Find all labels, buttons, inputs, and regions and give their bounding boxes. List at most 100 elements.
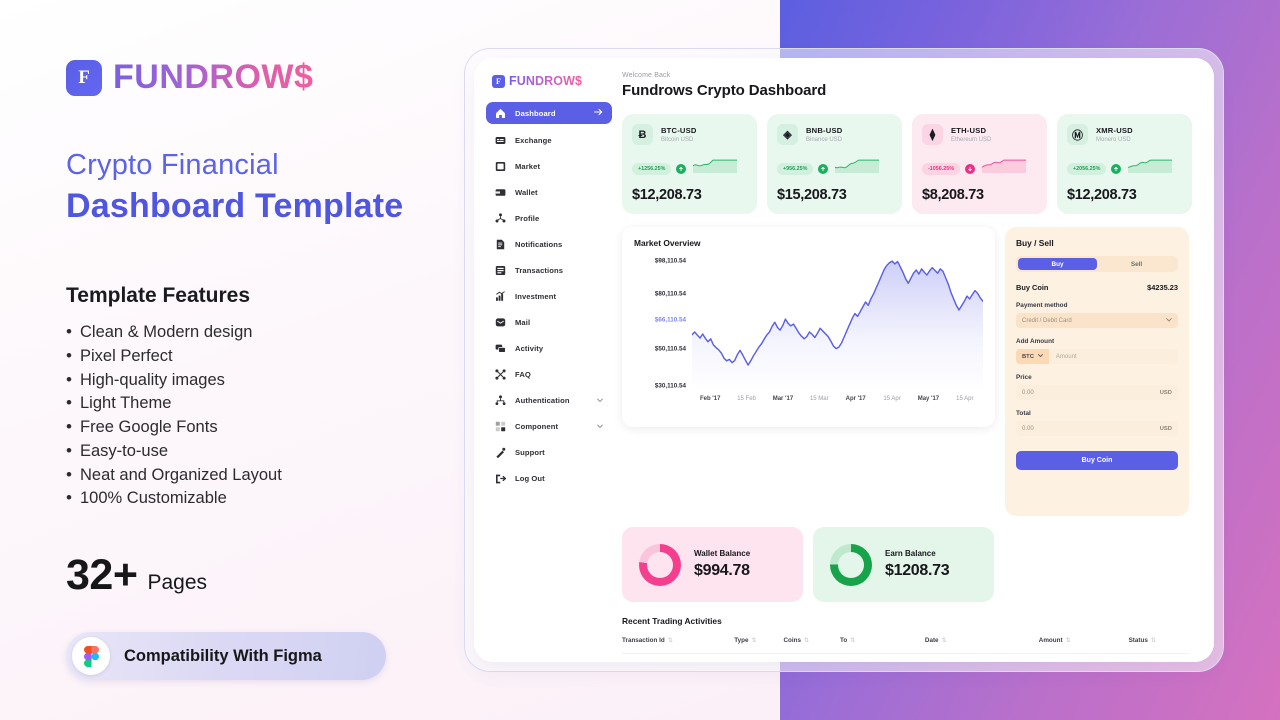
tab-sell[interactable]: Sell	[1097, 258, 1176, 270]
feature-item: Neat and Organized Layout	[66, 463, 466, 488]
features-list: Clean & Modern designPixel PerfectHigh-q…	[66, 320, 466, 511]
table-row[interactable]: #1241535001SoldBTCJane Cooper2-6-2023 10…	[622, 653, 1189, 662]
figma-compatibility-badge: Compatibility With Figma	[66, 632, 386, 680]
feature-item: Pixel Perfect	[66, 344, 466, 369]
y-axis-tick: $50,110.54	[654, 345, 686, 353]
table-column-header[interactable]: Coins ⇅	[783, 637, 840, 654]
coin-symbol-icon: Ⓜ	[1067, 124, 1088, 145]
transaction-to: Jane Cooper	[839, 653, 925, 662]
add-amount-label: Add Amount	[1016, 338, 1055, 345]
exchange-icon	[495, 135, 506, 146]
trend-down-icon	[965, 163, 976, 174]
component-icon	[495, 421, 506, 432]
total-label: Total	[1016, 410, 1031, 417]
recent-activities-title: Recent Trading Activities	[622, 616, 722, 626]
buy-sell-toggle: Buy Sell	[1016, 256, 1178, 272]
coin-card[interactable]: ◈ BNB-USD Binance USD +956.25% $15,208.73	[767, 114, 902, 214]
coin-symbol-icon: Ƀ	[632, 124, 653, 145]
notifications-icon	[495, 239, 506, 250]
x-axis-tick: May '17	[917, 396, 940, 402]
buy-sell-title: Buy / Sell	[1016, 238, 1054, 248]
activity-icon	[495, 343, 506, 354]
coin-card[interactable]: ⧫ ETH-USD Ethereum USD -1056.25% $8,208.73	[912, 114, 1047, 214]
sort-icon[interactable]: ⇅	[1151, 638, 1156, 644]
coin-change-badge: +2056.25%	[1067, 162, 1107, 175]
coin-name: Ethereum USD	[951, 137, 992, 143]
table-column-header[interactable]: Status ⇅	[1128, 637, 1189, 654]
sort-icon[interactable]: ⇅	[942, 638, 947, 644]
sidebar-item-label: Investment	[515, 291, 557, 301]
sidebar-item-investment[interactable]: Investment	[486, 286, 612, 306]
coin-card-titles: XMR-USD Monero USD	[1096, 126, 1133, 143]
sidebar-item-market[interactable]: Market	[486, 156, 612, 176]
amount-input[interactable]: Amount	[1048, 349, 1178, 364]
coin-card-header: Ƀ BTC-USD Bitcoin USD	[632, 124, 747, 145]
sidebar-item-notifications[interactable]: Notifications	[486, 234, 612, 254]
balance-card[interactable]: Wallet Balance $994.78	[622, 527, 803, 602]
coin-value: $12,208.73	[632, 187, 702, 203]
coin-card-titles: BNB-USD Binance USD	[806, 126, 842, 143]
coin-card[interactable]: Ⓜ XMR-USD Monero USD +2056.25% $12,208.73	[1057, 114, 1192, 214]
x-axis-tick: Apr '17	[845, 396, 866, 402]
welcome-text: Welcome Back	[622, 72, 671, 79]
transaction-coin: BTC	[783, 653, 840, 662]
sidebar-item-support[interactable]: Support	[486, 442, 612, 462]
sidebar-brand[interactable]: F FUNDROW$	[492, 74, 612, 88]
pages-count: 32+	[66, 551, 138, 599]
page-title: Fundrows Crypto Dashboard	[622, 82, 827, 99]
sort-icon[interactable]: ⇅	[804, 638, 809, 644]
sidebar-item-log-out[interactable]: Log Out	[486, 468, 612, 488]
sidebar-item-wallet[interactable]: Wallet	[486, 182, 612, 202]
feature-item: 100% Customizable	[66, 486, 466, 511]
sort-icon[interactable]: ⇅	[751, 638, 756, 644]
sidebar-item-faq[interactable]: FAQ	[486, 364, 612, 384]
sidebar-item-component[interactable]: Component	[486, 416, 612, 436]
sort-icon[interactable]: ⇅	[668, 638, 673, 644]
feature-item: Easy-to-use	[66, 439, 466, 464]
activities-table: Transaction Id ⇅ Type ⇅ Coins ⇅ To ⇅ Date ⇅ Amount…	[622, 637, 1189, 662]
currency-select[interactable]: BTC	[1016, 349, 1049, 364]
sort-icon[interactable]: ⇅	[1066, 638, 1071, 644]
add-amount-row: BTC Amount	[1016, 349, 1178, 364]
price-input[interactable]: 0.00 USD	[1016, 385, 1178, 400]
table-column-header[interactable]: To ⇅	[839, 637, 925, 654]
tab-buy[interactable]: Buy	[1018, 258, 1097, 270]
total-input[interactable]: 0.00 USD	[1016, 421, 1178, 436]
coin-name: Binance USD	[806, 137, 843, 143]
sidebar-item-label: Notifications	[515, 239, 563, 249]
sidebar-brand-mark: F	[492, 74, 505, 88]
coin-card[interactable]: Ƀ BTC-USD Bitcoin USD +1256.25% $12,208.73	[622, 114, 757, 214]
table-column-header[interactable]: Amount ⇅	[1038, 637, 1129, 654]
features-title: Template Features	[66, 284, 251, 307]
pages-count-row: 32+ Pages	[66, 551, 466, 600]
y-axis-tick: $98,110.54	[654, 257, 686, 265]
sort-icon[interactable]: ⇅	[850, 638, 855, 644]
price-value: 0.00	[1022, 389, 1034, 396]
arrow-right-icon	[594, 108, 603, 118]
balance-card[interactable]: Earn Balance $1208.73	[813, 527, 994, 602]
sidebar-item-authentication[interactable]: Authentication	[486, 390, 612, 410]
pages-label: Pages	[147, 571, 207, 594]
feature-item: Light Theme	[66, 391, 466, 416]
table-column-header[interactable]: Transaction Id ⇅	[622, 637, 735, 654]
coin-symbol: BNB-USD	[806, 126, 843, 135]
table-column-header[interactable]: Type ⇅	[734, 637, 784, 654]
coin-card-titles: ETH-USD Ethereum USD	[951, 126, 991, 143]
brand-logo-text: FUNDROW$	[113, 58, 314, 96]
payment-method-select[interactable]: Credit / Debit Card	[1016, 313, 1178, 328]
sidebar-item-label: Authentication	[515, 395, 570, 405]
coin-value: $8,208.73	[922, 187, 984, 203]
sidebar-item-mail[interactable]: Mail	[486, 312, 612, 332]
sidebar-item-transactions[interactable]: Transactions	[486, 260, 612, 280]
buy-coin-button[interactable]: Buy Coin	[1016, 451, 1178, 470]
sidebar-item-activity[interactable]: Activity	[486, 338, 612, 358]
table-column-header[interactable]: Date ⇅	[924, 637, 1039, 654]
table-column-label: Type	[734, 637, 749, 644]
sidebar-item-label: FAQ	[515, 369, 531, 379]
sidebar-item-profile[interactable]: Profile	[486, 208, 612, 228]
sidebar-item-dashboard[interactable]: Dashboard	[486, 102, 612, 124]
coin-card-change-row: +956.25%	[777, 159, 892, 178]
y-axis-tick: $80,110.54	[654, 290, 686, 298]
buy-coin-value: $4235.23	[1147, 283, 1178, 292]
sidebar-item-exchange[interactable]: Exchange	[486, 130, 612, 150]
